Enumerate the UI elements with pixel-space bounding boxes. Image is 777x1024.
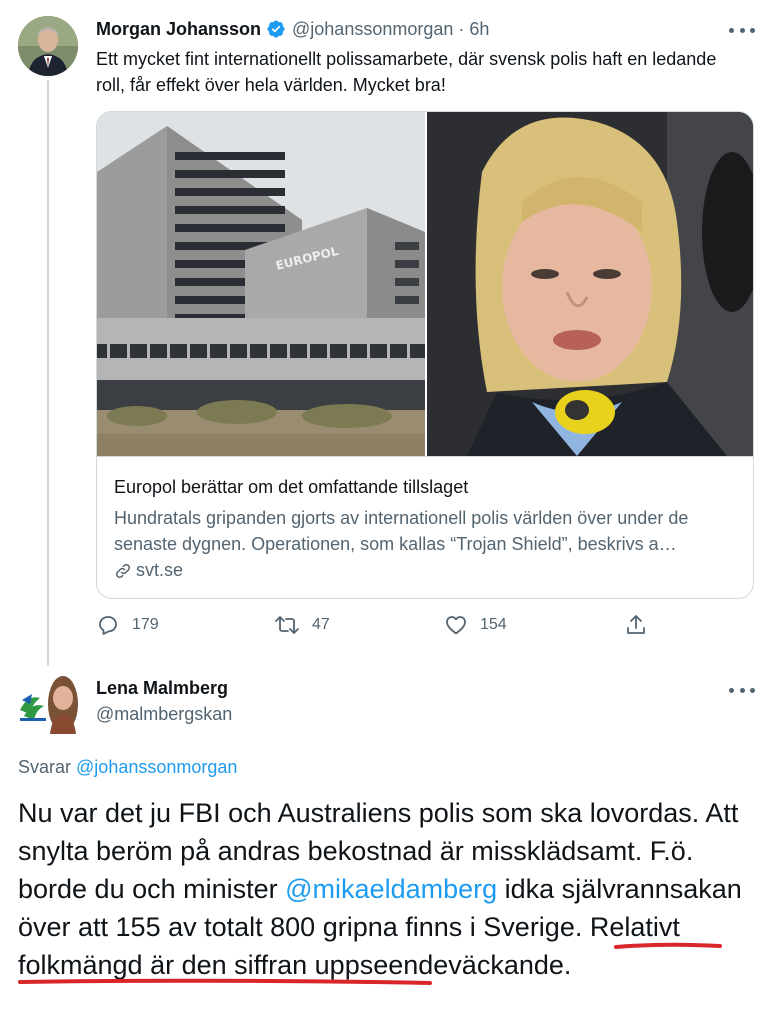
avatar-morgan-johansson[interactable] [18,16,78,76]
replying-to-label: Svarar [18,757,72,777]
more-icon [729,27,734,33]
avatar-lena-malmberg[interactable] [18,672,80,734]
mention-link[interactable]: @mikaeldamberg [285,874,497,904]
card-image-europol-building: EUROPOL [97,112,425,456]
retweet-button[interactable]: 47 [274,613,330,637]
thread-connector-line [47,80,49,666]
reply-author-handle[interactable]: @malmbergskan [96,704,232,725]
card-image-speaker-portrait [427,112,753,456]
tweet-text: Ett mycket fint internationellt polissam… [96,49,717,95]
red-underline-annotation [614,942,722,949]
red-underline-annotation [18,978,432,985]
card-domain: svt.se [114,560,183,581]
like-icon [446,616,466,635]
reply-count: 179 [132,616,159,633]
tweet-header: Morgan Johansson @johanssonmorgan · 6h [96,16,489,42]
retweet-icon [275,616,299,634]
replying-to: Svarar @johanssonmorgan [18,757,237,778]
more-icon [729,687,734,693]
author-name[interactable]: Morgan Johansson [96,19,261,40]
separator-dot: · [458,18,465,39]
reply-icon [99,616,117,635]
tweet-morgan-johansson[interactable]: Morgan Johansson @johanssonmorgan · 6h E… [0,0,777,666]
share-icon [627,615,645,634]
tweet-time[interactable]: 6h [469,19,489,40]
reply-text: Nu var det ju FBI och Australiens polis … [18,794,758,984]
card-domain-text: svt.se [136,560,184,580]
reply-more-options-button[interactable] [729,680,755,700]
reply-button[interactable]: 179 [96,613,159,637]
link-icon [115,563,131,578]
share-button[interactable] [624,613,660,637]
reply-author-name[interactable]: Lena Malmberg [96,678,228,699]
card-body: Europol berättar om det omfattande tills… [97,456,753,598]
retweet-count: 47 [312,616,330,633]
tweet-actions: 179 47 154 [96,613,656,643]
replying-to-handle-link[interactable]: @johanssonmorgan [76,757,237,777]
like-button[interactable]: 154 [444,613,507,637]
like-count: 154 [480,616,507,633]
author-handle[interactable]: @johanssonmorgan [292,19,453,40]
more-options-button[interactable] [729,20,755,40]
card-title: Europol berättar om det omfattande tills… [114,477,469,497]
verified-badge-icon [267,20,285,38]
link-card[interactable]: EUROPOL Europol berättar om det omfattan… [96,111,754,599]
card-description: Hundratals gripanden gjorts av internati… [114,508,689,554]
